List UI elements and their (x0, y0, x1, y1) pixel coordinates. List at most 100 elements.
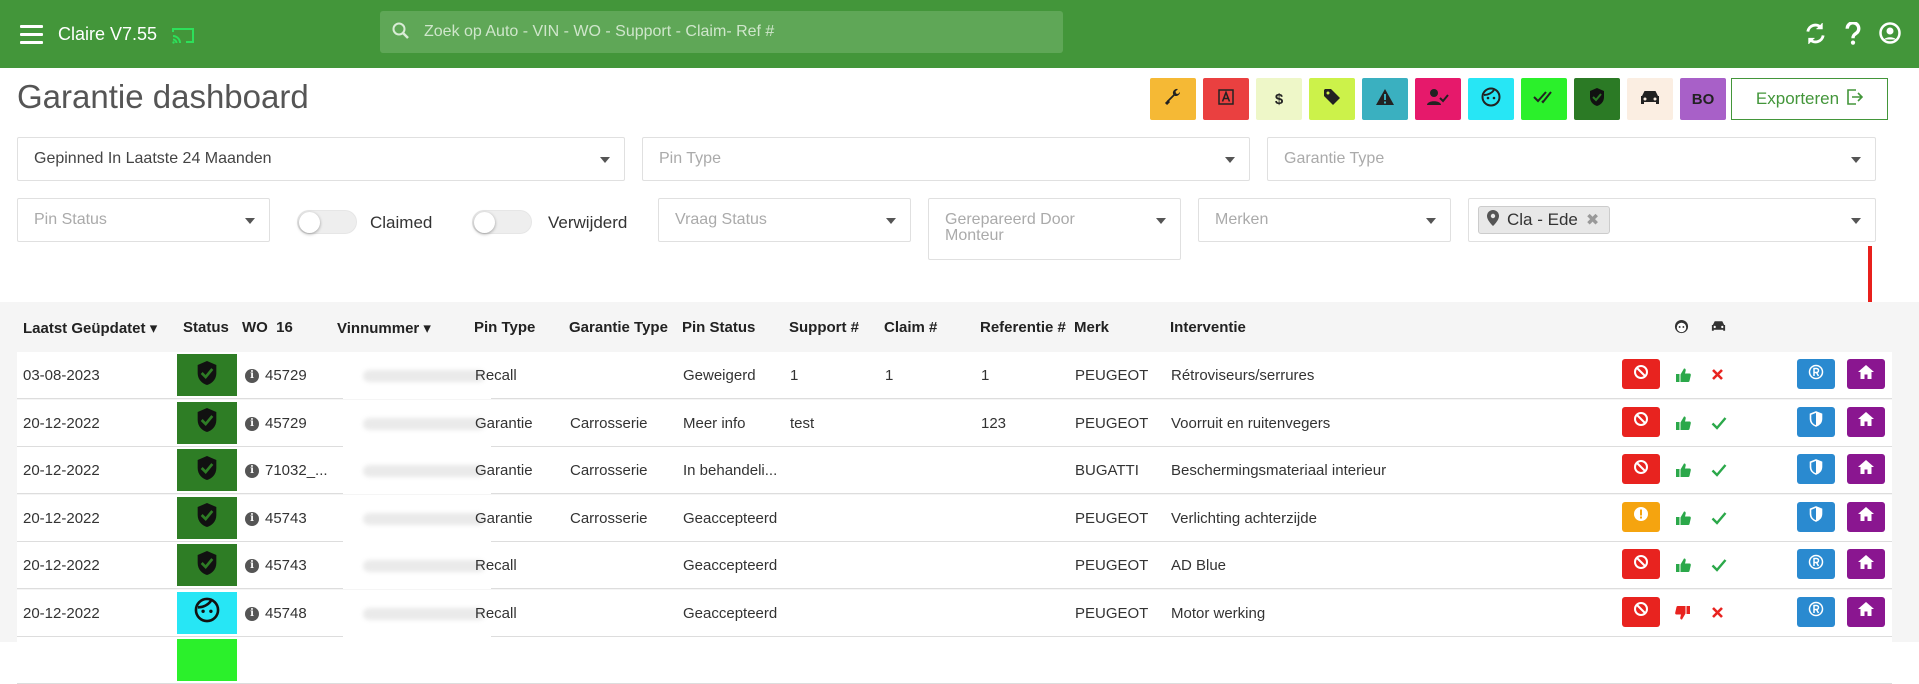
double-check-icon (1533, 89, 1555, 109)
table-row[interactable]: 20-12-2022 i 45748 Recall Geaccepteerd PEUGEO… (17, 589, 1892, 637)
warranty-action-button[interactable] (1797, 501, 1835, 532)
help-icon[interactable] (1845, 21, 1861, 50)
merken-select[interactable]: Merken (1198, 198, 1451, 242)
vin-cell (343, 589, 491, 637)
tag-icon (1323, 88, 1341, 110)
pin-type-select[interactable]: Pin Type (642, 137, 1250, 181)
location-chip: Cla - Ede ✖ (1478, 206, 1611, 234)
vraag-status-placeholder: Vraag Status (675, 211, 767, 228)
dealer-home-button[interactable] (1847, 549, 1885, 579)
table-row[interactable]: 20-12-2022 i 45729 Garantie Carrosserie Meer … (17, 399, 1892, 447)
gerepareerd-door-select[interactable]: Gerepareerd Door Monteur (928, 198, 1181, 260)
quick-filter-dollar[interactable]: $ (1256, 78, 1302, 120)
car-icon (1639, 89, 1661, 110)
refresh-icon[interactable] (1804, 22, 1827, 50)
chip-remove-icon[interactable]: ✖ (1586, 210, 1599, 230)
warranty-action-button[interactable] (1797, 596, 1835, 627)
home-icon (1857, 411, 1875, 432)
warranty-action-button[interactable] (1797, 406, 1835, 437)
registered-icon (1808, 364, 1824, 385)
ban-icon (1633, 601, 1649, 622)
home-icon (1857, 554, 1875, 575)
account-icon[interactable] (1879, 22, 1901, 50)
wo-count: 16 (276, 319, 293, 336)
info-icon[interactable]: i (245, 464, 259, 478)
exclamation-icon (1633, 506, 1649, 527)
warranty-action-button[interactable] (1797, 549, 1835, 579)
table-row[interactable] (17, 637, 1892, 684)
dealer-home-button[interactable] (1847, 501, 1885, 532)
thumbs-up-icon[interactable] (1675, 415, 1691, 435)
quick-filter-car[interactable] (1627, 78, 1673, 120)
pin-status-select[interactable]: Pin Status (17, 198, 270, 242)
info-icon[interactable]: i (245, 511, 259, 526)
col-garantie-type: Garantie Type (569, 319, 668, 336)
garantie-type-select[interactable]: Garantie Type (1267, 137, 1876, 181)
export-button[interactable]: Exporteren (1731, 78, 1888, 120)
thumbs-up-icon[interactable] (1675, 557, 1691, 577)
pin-status-placeholder: Pin Status (34, 211, 107, 228)
quick-filter-user-check[interactable] (1415, 78, 1461, 120)
thumbs-up-icon[interactable] (1675, 462, 1691, 482)
chevron-down-icon (600, 157, 610, 163)
warranty-action-button[interactable] (1797, 454, 1835, 484)
vin-redacted (363, 370, 485, 382)
check-icon (1711, 463, 1727, 481)
search-input[interactable] (424, 11, 1044, 53)
reject-button[interactable] (1622, 596, 1660, 627)
warranty-action-button[interactable] (1797, 359, 1835, 389)
quick-filter-wrench[interactable] (1150, 78, 1196, 120)
bo-icon: BO (1691, 90, 1715, 108)
info-icon[interactable]: i (245, 416, 259, 431)
quick-filter-letter-a[interactable] (1203, 78, 1249, 120)
thumbs-down-icon[interactable] (1675, 605, 1691, 625)
dealer-home-button[interactable] (1847, 596, 1885, 627)
verwijderd-toggle[interactable] (472, 210, 532, 234)
dealer-home-button[interactable] (1847, 359, 1885, 389)
interventie-cell: AD Blue (1171, 557, 1227, 574)
col-updated-label: Laatst Geüpdatet (23, 320, 146, 337)
status-shield-icon (195, 549, 219, 582)
support-cell: test (790, 414, 815, 432)
ban-icon (1633, 411, 1649, 432)
dealer-home-button[interactable] (1847, 454, 1885, 484)
vraag-status-select[interactable]: Vraag Status (658, 198, 911, 242)
reject-button[interactable] (1622, 454, 1660, 484)
pinned-period-select[interactable]: Gepinned In Laatste 24 Maanden (17, 137, 625, 181)
table-row[interactable]: 20-12-2022 i 71032_... Garantie Carrosserie I… (17, 447, 1892, 494)
shield-icon (1588, 87, 1606, 111)
col-vin[interactable]: Vinnummer ▾ (337, 319, 431, 337)
col-updated[interactable]: Laatst Geüpdatet ▾ (23, 319, 157, 337)
reject-button[interactable] (1622, 406, 1660, 437)
quick-filter-face[interactable] (1468, 78, 1514, 120)
claim-cell: 1 (885, 367, 894, 384)
claimed-toggle[interactable] (297, 210, 357, 234)
cast-icon[interactable] (172, 27, 194, 49)
menu-icon[interactable] (20, 25, 43, 44)
thumbs-up-icon[interactable] (1675, 510, 1691, 530)
quick-filter-tag[interactable] (1309, 78, 1355, 120)
reject-button[interactable] (1622, 501, 1660, 532)
search-icon (392, 22, 410, 45)
pinned-period-value: Gepinned In Laatste 24 Maanden (34, 150, 272, 167)
home-icon (1857, 364, 1875, 385)
thumbs-up-icon[interactable] (1675, 367, 1691, 387)
pin-type-cell: Recall (475, 557, 517, 574)
info-icon[interactable]: i (245, 606, 259, 621)
quick-filter-shield[interactable] (1574, 78, 1620, 120)
reject-button[interactable] (1622, 359, 1660, 389)
info-icon[interactable]: i (245, 559, 259, 573)
dealer-home-button[interactable] (1847, 406, 1885, 437)
table-row[interactable]: 20-12-2022 i 45743 Garantie Carrosserie Geacc… (17, 494, 1892, 542)
quick-filter-double-check[interactable] (1521, 78, 1567, 120)
table-row[interactable]: 03-08-2023 i 45729 Recall Geweigerd 1 1 1 PEUGEO… (17, 352, 1892, 399)
quick-filter-bo[interactable]: BO (1680, 78, 1726, 120)
sort-down-icon: ▾ (149, 320, 158, 337)
quick-filter-warning[interactable] (1362, 78, 1408, 120)
pin-type-cell: Recall (475, 367, 517, 384)
table-row[interactable]: 20-12-2022 i 45743 Recall Geaccepteerd PEUGEO… (17, 542, 1892, 589)
garantie-type-cell: Carrosserie (570, 509, 648, 527)
vin-redacted (363, 560, 485, 572)
info-icon[interactable]: i (245, 369, 259, 383)
reject-button[interactable] (1622, 549, 1660, 579)
